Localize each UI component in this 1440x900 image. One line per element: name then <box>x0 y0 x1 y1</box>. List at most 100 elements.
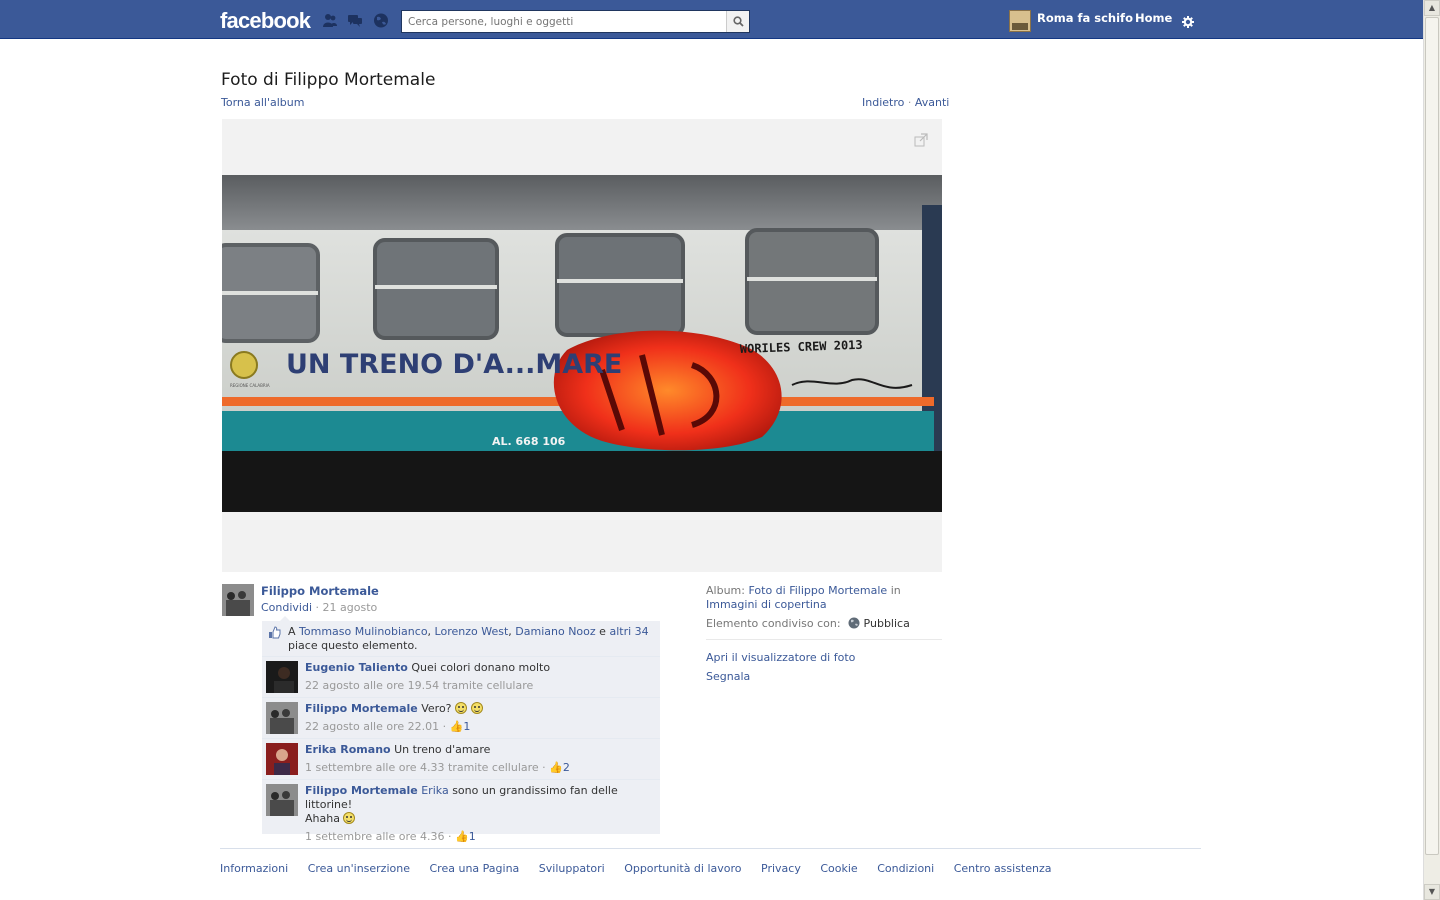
comment-meta: 22 agosto alle ore 22.01 · 👍1 <box>305 720 471 733</box>
liker-link[interactable]: Tommaso Mulinobianco <box>299 625 428 638</box>
comment: Eugenio Taliento Quei colori donano molt… <box>262 657 660 698</box>
comment-timestamp: 22 agosto alle ore 19.54 tramite cellula… <box>305 679 534 692</box>
comment-timestamp: 1 settembre alle ore 4.33 tramite cellul… <box>305 761 539 774</box>
search-button[interactable] <box>726 11 749 32</box>
comment-like-number: 1 <box>463 720 471 733</box>
comment-like-count[interactable]: 👍1 <box>450 720 471 733</box>
like-thumb-icon <box>269 626 281 639</box>
scroll-thumb[interactable] <box>1425 17 1439 855</box>
comment-text-line2: Ahaha <box>305 812 340 825</box>
smiley-icon <box>470 702 483 714</box>
comment: Filippo Mortemale Vero? 22 agosto alle o… <box>262 698 660 739</box>
comment-meta: 1 settembre alle ore 4.33 tramite cellul… <box>305 761 570 774</box>
comment: Erika Romano Un treno d'amare 1 settembr… <box>262 739 660 780</box>
parent-album-link[interactable]: Immagini di copertina <box>706 598 827 611</box>
likes-conj: e <box>599 625 606 638</box>
post-date: 21 agosto <box>322 601 378 614</box>
scroll-up-button[interactable]: ▲ <box>1424 0 1440 16</box>
footer-link-careers[interactable]: Opportunità di lavoro <box>624 862 741 875</box>
footer-link-terms[interactable]: Condizioni <box>877 862 934 875</box>
photo-image[interactable]: UN TRENO D'A...MARE WORILES CREW 2013 AL… <box>222 175 942 512</box>
share-link[interactable]: Condividi <box>261 601 312 614</box>
owner-avatar[interactable] <box>222 584 254 616</box>
liker-link[interactable]: Lorenzo West <box>435 625 509 638</box>
liker-link[interactable]: Damiano Nooz <box>515 625 595 638</box>
comment-like-number: 2 <box>562 761 570 774</box>
footer-divider <box>220 848 1201 849</box>
owner-name-link[interactable]: Filippo Mortemale <box>261 584 379 598</box>
comment-text: Vero? <box>421 702 452 715</box>
train-graffiti-photo: UN TRENO D'A...MARE WORILES CREW 2013 AL… <box>222 175 942 512</box>
comment-text: Un treno d'amare <box>394 743 491 756</box>
other-likers-link[interactable]: altri 34 <box>609 625 648 638</box>
commenter-avatar[interactable] <box>266 702 298 734</box>
privacy-info: Elemento condiviso con: Pubblica <box>706 617 942 631</box>
home-link[interactable]: Home <box>1135 11 1172 25</box>
comment-timestamp: 1 settembre alle ore 4.36 <box>305 830 445 843</box>
footer-links: Informazioni Crea un'inserzione Crea una… <box>220 862 1068 875</box>
page-name-link[interactable]: Roma fa schifo <box>1037 11 1133 25</box>
footer-link-developers[interactable]: Sviluppatori <box>539 862 605 875</box>
friend-requests-icon[interactable] <box>322 13 338 28</box>
comment-timestamp: 22 agosto alle ore 22.01 <box>305 720 440 733</box>
commenter-name[interactable]: Filippo Mortemale <box>305 784 418 797</box>
smiley-icon <box>343 812 356 824</box>
divider <box>706 639 942 640</box>
album-info: Album: Foto di Filippo Mortemale in Imma… <box>706 584 942 612</box>
photo-navigation: Indietro · Avanti <box>862 96 949 109</box>
meta-separator: · <box>315 601 320 614</box>
footer-link-cookies[interactable]: Cookie <box>820 862 857 875</box>
commenter-name[interactable]: Eugenio Taliento <box>305 661 408 674</box>
footer-link-privacy[interactable]: Privacy <box>761 862 801 875</box>
photo-details: Album: Foto di Filippo Mortemale in Imma… <box>706 584 942 684</box>
footer-link-create-ad[interactable]: Crea un'inserzione <box>308 862 410 875</box>
commenter-name[interactable]: Filippo Mortemale <box>305 702 418 715</box>
comments-box: A Tommaso Mulinobianco, Lorenzo West, Da… <box>262 621 660 843</box>
fullscreen-expand-icon[interactable] <box>914 133 928 147</box>
search-box <box>401 10 750 33</box>
commenter-name[interactable]: Erika Romano <box>305 743 391 756</box>
commenter-avatar[interactable] <box>266 743 298 775</box>
photo-text-main: UN TRENO D'A...MARE <box>286 349 622 380</box>
next-photo-link[interactable]: Avanti <box>915 96 949 109</box>
footer-link-about[interactable]: Informazioni <box>220 862 288 875</box>
likes-summary: A Tommaso Mulinobianco, Lorenzo West, Da… <box>262 621 660 657</box>
likes-prefix: A <box>288 625 296 638</box>
top-bar: facebook Roma fa schifo Home <box>0 0 1423 39</box>
scroll-down-button[interactable]: ▼ <box>1424 884 1440 900</box>
page-title: Foto di Filippo Mortemale <box>221 70 436 90</box>
search-input[interactable] <box>402 11 727 32</box>
photo-stage: UN TRENO D'A...MARE WORILES CREW 2013 AL… <box>222 119 942 572</box>
previous-photo-link[interactable]: Indietro <box>862 96 904 109</box>
album-link[interactable]: Foto di Filippo Mortemale <box>748 584 887 597</box>
smiley-icon <box>455 702 468 714</box>
comment-like-number: 1 <box>468 830 476 843</box>
likes-suffix: piace questo elemento. <box>288 639 418 652</box>
open-photo-viewer-link[interactable]: Apri il visualizzatore di foto <box>706 651 855 664</box>
album-in: in <box>890 584 901 597</box>
commenter-avatar[interactable] <box>266 784 298 816</box>
comment: Filippo Mortemale Erika sono un grandiss… <box>262 780 660 843</box>
comment-meta: 1 settembre alle ore 4.36 · 👍1 <box>305 830 476 843</box>
privacy-value[interactable]: Pubblica <box>864 617 910 630</box>
shared-with-label: Elemento condiviso con: <box>706 617 841 630</box>
mention-link[interactable]: Erika <box>421 784 448 797</box>
back-to-album-link[interactable]: Torna all'album <box>221 96 304 109</box>
comment-like-count[interactable]: 👍1 <box>455 830 476 843</box>
nav-separator: · <box>907 96 912 109</box>
commenter-avatar[interactable] <box>266 661 298 693</box>
photo-text-region: REGIONE CALABRIA <box>230 383 270 388</box>
report-link[interactable]: Segnala <box>706 670 750 683</box>
public-globe-icon <box>848 617 860 629</box>
facebook-logo[interactable]: facebook <box>220 8 311 34</box>
messages-icon[interactable] <box>347 13 363 28</box>
comment-meta: 22 agosto alle ore 19.54 tramite cellula… <box>305 679 654 693</box>
page-avatar[interactable] <box>1009 10 1031 32</box>
notifications-globe-icon[interactable] <box>373 13 389 28</box>
comment-like-count[interactable]: 👍2 <box>549 761 570 774</box>
footer-link-create-page[interactable]: Crea una Pagina <box>430 862 520 875</box>
search-icon <box>732 16 744 27</box>
vertical-scrollbar[interactable]: ▲ ▼ <box>1423 0 1440 900</box>
footer-link-help[interactable]: Centro assistenza <box>954 862 1052 875</box>
gear-icon[interactable] <box>1182 16 1194 28</box>
